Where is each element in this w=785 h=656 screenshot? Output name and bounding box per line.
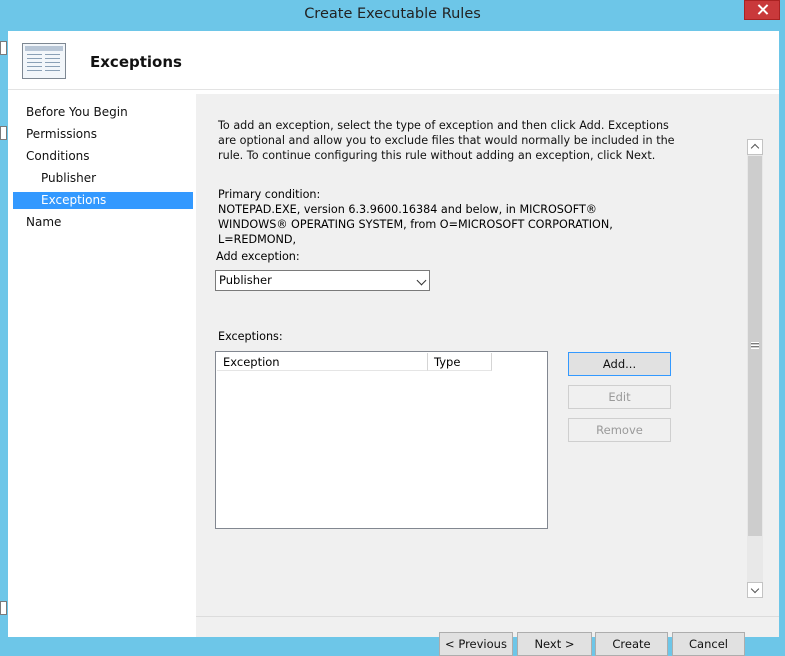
intro-text: To add an exception, select the type of … bbox=[218, 119, 675, 162]
column-header-type[interactable]: Type bbox=[428, 353, 492, 371]
close-button[interactable] bbox=[744, 0, 780, 20]
nav-item-label: Permissions bbox=[26, 127, 97, 141]
nav-item-label: Conditions bbox=[26, 149, 90, 163]
wizard-page-icon bbox=[22, 43, 66, 79]
add-exception-dropdown[interactable]: Publisher bbox=[215, 270, 430, 291]
background-window-icon bbox=[0, 601, 7, 615]
add-button[interactable]: Add... bbox=[568, 352, 671, 376]
wizard-nav: Before You Begin Permissions Conditions … bbox=[13, 94, 193, 637]
nav-item-label: Exceptions bbox=[41, 193, 107, 207]
column-header-exception[interactable]: Exception bbox=[217, 353, 428, 371]
remove-button[interactable]: Remove bbox=[568, 418, 671, 442]
vertical-scrollbar[interactable] bbox=[747, 139, 763, 598]
nav-item-label: Name bbox=[26, 215, 62, 229]
footer-divider bbox=[196, 616, 779, 617]
background-window-icon bbox=[0, 41, 7, 55]
nav-item-publisher[interactable]: Publisher bbox=[13, 170, 193, 187]
chevron-up-icon bbox=[750, 143, 760, 153]
previous-button[interactable]: < Previous bbox=[439, 632, 513, 656]
add-exception-label: Add exception: bbox=[216, 250, 300, 263]
chevron-down-icon bbox=[416, 275, 427, 286]
exceptions-list[interactable]: Exception Type bbox=[215, 351, 548, 529]
title-bar: Create Executable Rules bbox=[0, 0, 785, 31]
page-title: Exceptions bbox=[90, 53, 182, 71]
cancel-button[interactable]: Cancel bbox=[672, 632, 745, 656]
background-window-icon bbox=[0, 126, 7, 140]
wizard-dialog: Exceptions Before You Begin Permissions … bbox=[8, 31, 779, 656]
grip-icon bbox=[751, 342, 759, 349]
primary-condition-text: NOTEPAD.EXE, version 6.3.9600.16384 and … bbox=[218, 203, 613, 246]
nav-item-conditions[interactable]: Conditions bbox=[13, 148, 193, 165]
nav-item-label: Before You Begin bbox=[26, 105, 128, 119]
scroll-down-button[interactable] bbox=[747, 582, 763, 598]
scroll-up-button[interactable] bbox=[747, 139, 763, 155]
chevron-down-icon bbox=[750, 584, 760, 594]
primary-condition-label: Primary condition: bbox=[218, 188, 321, 201]
nav-item-permissions[interactable]: Permissions bbox=[13, 126, 193, 143]
window-border bbox=[779, 31, 785, 637]
content-pane: To add an exception, select the type of … bbox=[196, 94, 779, 656]
background-window-edge bbox=[0, 31, 8, 637]
nav-item-before-you-begin[interactable]: Before You Begin bbox=[13, 104, 193, 121]
close-icon bbox=[758, 4, 768, 14]
wizard-header: Exceptions bbox=[8, 31, 779, 90]
exceptions-label: Exceptions: bbox=[218, 330, 283, 343]
nav-item-label: Publisher bbox=[41, 171, 97, 185]
window-title: Create Executable Rules bbox=[304, 6, 481, 22]
nav-item-name[interactable]: Name bbox=[13, 214, 193, 231]
edit-button[interactable]: Edit bbox=[568, 385, 671, 409]
scrollbar-thumb[interactable] bbox=[748, 156, 762, 536]
next-button[interactable]: Next > bbox=[517, 632, 592, 656]
create-button[interactable]: Create bbox=[595, 632, 668, 656]
nav-item-exceptions[interactable]: Exceptions bbox=[13, 192, 193, 209]
add-exception-value: Publisher bbox=[219, 273, 272, 287]
